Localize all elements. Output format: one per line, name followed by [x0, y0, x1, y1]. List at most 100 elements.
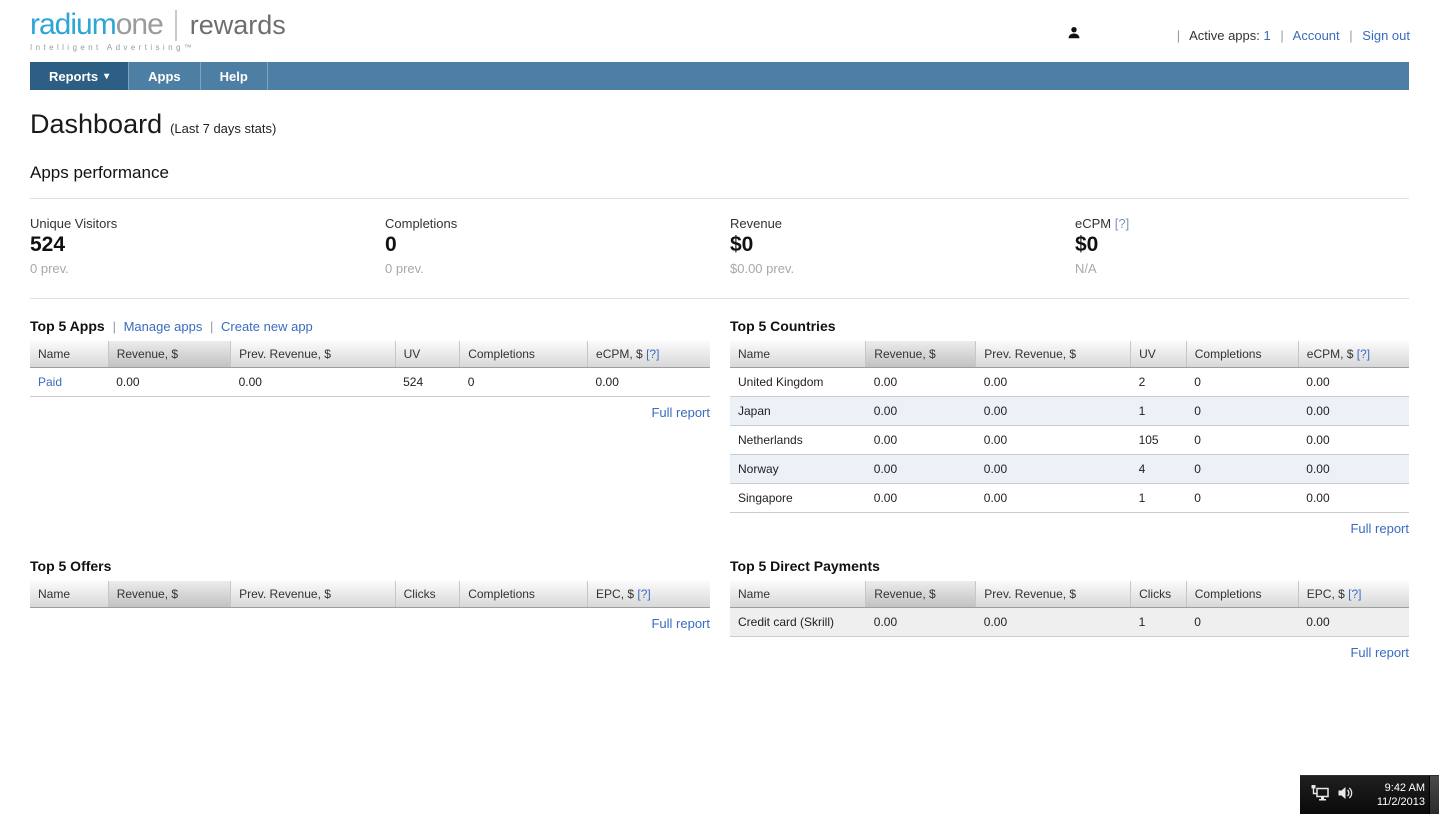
- table-cell: Japan: [730, 396, 866, 426]
- create-new-app-link[interactable]: Create new app: [221, 319, 313, 334]
- column-header[interactable]: Prev. Revenue, $: [975, 581, 1132, 608]
- table-row: Norway 0.00 0.00 4 0 0.00: [730, 454, 1409, 484]
- stats-row: Unique Visitors 524 0 prev. Completions …: [30, 198, 1409, 299]
- table-header-row: Name Revenue, $ Prev. Revenue, $ Clicks Comp…: [730, 581, 1409, 608]
- separator: |: [1280, 28, 1284, 43]
- active-apps-label: Active apps:: [1189, 28, 1260, 43]
- full-report-link[interactable]: Full report: [730, 521, 1409, 536]
- table-header-row: Name Revenue, $ Prev. Revenue, $ UV Completi…: [730, 341, 1409, 368]
- full-report-link[interactable]: Full report: [730, 645, 1409, 660]
- column-header[interactable]: Revenue, $: [865, 581, 977, 608]
- table-cell: Singapore: [730, 483, 866, 513]
- column-header[interactable]: Prev. Revenue, $: [975, 341, 1132, 368]
- table-cell: 0.00: [865, 454, 976, 484]
- account-link[interactable]: Account: [1293, 28, 1340, 43]
- section-title: Top 5 Offers: [30, 558, 112, 574]
- help-icon[interactable]: [?]: [1345, 587, 1361, 601]
- column-header[interactable]: Name: [730, 341, 867, 368]
- stat-prev: $0.00 prev.: [730, 261, 795, 276]
- column-header[interactable]: Clicks: [395, 581, 461, 608]
- row-name-link[interactable]: Paid: [38, 375, 62, 389]
- column-header[interactable]: Revenue, $: [108, 341, 232, 368]
- full-report-link[interactable]: Full report: [30, 405, 710, 420]
- separator: |: [209, 319, 214, 334]
- column-header[interactable]: Prev. Revenue, $: [230, 581, 396, 608]
- help-icon[interactable]: [?]: [643, 347, 659, 361]
- table-cell: 0.00: [1298, 396, 1409, 426]
- help-icon[interactable]: [?]: [1353, 347, 1370, 361]
- table-cell: 0.00: [975, 396, 1131, 426]
- section-title: Top 5 Countries: [730, 318, 836, 334]
- column-header[interactable]: Name: [730, 581, 867, 608]
- app-logo: radium one rewards Intelligent Advertisin…: [30, 8, 286, 52]
- table-cell: 0.00: [108, 367, 231, 397]
- table-cell: 1: [1130, 483, 1187, 513]
- table-cell: 1: [1130, 607, 1187, 637]
- network-icon[interactable]: [1310, 784, 1330, 807]
- column-header[interactable]: Name: [30, 341, 109, 368]
- page-subtitle: (Last 7 days stats): [170, 121, 277, 136]
- table-header-row: Name Revenue, $ Prev. Revenue, $ UV Completi…: [30, 341, 710, 368]
- logo-one: one: [115, 8, 164, 41]
- column-header[interactable]: UV: [1130, 341, 1187, 368]
- table-cell: 105: [1130, 425, 1187, 455]
- section-top5-direct-payments: Top 5 Direct Payments Name Revenue, $ Prev…: [730, 558, 1409, 660]
- help-icon[interactable]: [?]: [634, 587, 650, 601]
- stat-value: 524: [30, 233, 66, 256]
- separator: |: [112, 319, 116, 334]
- stat-value: $0: [1075, 233, 1099, 256]
- nav-item-apps-label: Apps: [148, 68, 181, 84]
- full-report-link[interactable]: Full report: [30, 616, 710, 631]
- column-header[interactable]: Completions: [1186, 341, 1299, 368]
- table-cell: 0: [1186, 454, 1299, 484]
- nav-item-reports[interactable]: Reports ▾: [30, 62, 130, 90]
- separator: |: [1349, 28, 1353, 43]
- show-desktop-button[interactable]: [1429, 776, 1439, 814]
- table-cell: 0.00: [975, 367, 1131, 397]
- table-header-row: Name Revenue, $ Prev. Revenue, $ Clicks Comp…: [30, 581, 710, 608]
- table-row: Netherlands 0.00 0.00 105 0 0.00: [730, 425, 1409, 455]
- column-header[interactable]: Clicks: [1130, 581, 1187, 608]
- table-cell: United Kingdom: [730, 367, 866, 397]
- stat-prev: 0 prev.: [30, 261, 69, 276]
- main-content: Dashboard (Last 7 days stats) Apps perfo…: [0, 109, 1439, 660]
- nav-item-help[interactable]: Help: [201, 62, 268, 90]
- stat-label: Completions: [385, 216, 458, 231]
- column-header[interactable]: Revenue, $: [865, 341, 977, 368]
- column-header[interactable]: eCPM, $ [?]: [587, 341, 710, 368]
- column-header[interactable]: UV: [395, 341, 461, 368]
- column-header[interactable]: EPC, $ [?]: [1298, 581, 1409, 608]
- table-cell: 0: [1186, 396, 1299, 426]
- table-cell: 0: [1186, 607, 1299, 637]
- stat-label: eCPM [?]: [1075, 216, 1409, 231]
- table-cell: 0.00: [865, 367, 976, 397]
- table-cell: 524: [395, 367, 460, 397]
- column-header[interactable]: EPC, $ [?]: [587, 581, 710, 608]
- manage-apps-link[interactable]: Manage apps: [124, 319, 203, 334]
- column-header[interactable]: Name: [30, 581, 109, 608]
- column-header[interactable]: Completions: [1186, 581, 1299, 608]
- table-cell: 0.00: [865, 425, 976, 455]
- tray-time: 9:42 AM: [1384, 782, 1425, 794]
- column-header[interactable]: Revenue, $: [108, 581, 232, 608]
- nav-item-apps[interactable]: Apps: [129, 62, 201, 90]
- user-icon: [1067, 26, 1081, 40]
- tray-clock[interactable]: 9:42 AM 11/2/2013: [1354, 781, 1439, 809]
- section-title: Top 5 Apps: [30, 318, 105, 334]
- column-header[interactable]: Completions: [459, 341, 589, 368]
- help-icon[interactable]: [?]: [1115, 216, 1129, 231]
- column-header[interactable]: eCPM, $ [?]: [1298, 341, 1409, 368]
- taskbar-tray: 9:42 AM 11/2/2013: [1300, 775, 1439, 814]
- signout-link[interactable]: Sign out: [1362, 28, 1410, 43]
- stat-unique-visitors: Unique Visitors 524 0 prev.: [30, 216, 385, 276]
- column-header[interactable]: Prev. Revenue, $: [230, 341, 396, 368]
- section-top5-offers: Top 5 Offers Name Revenue, $ Prev. Revenue…: [30, 558, 710, 631]
- table-cell: Credit card (Skrill): [730, 607, 866, 637]
- caret-down-icon: ▾: [104, 70, 110, 82]
- table-cell: 0.00: [975, 425, 1131, 455]
- table-cell: 0.00: [975, 483, 1131, 513]
- table-cell: 0.00: [975, 454, 1131, 484]
- table-cell: 4: [1130, 454, 1187, 484]
- column-header[interactable]: Completions: [459, 581, 589, 608]
- volume-icon[interactable]: [1337, 785, 1354, 806]
